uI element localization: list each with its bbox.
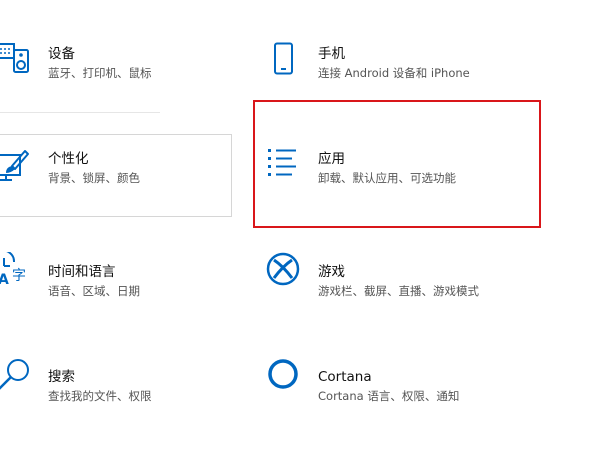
tile-description: 背景、锁屏、颜色 [48,171,140,185]
settings-tile-devices[interactable]: 设备 蓝牙、打印机、鼠标 [0,0,240,100]
tile-title: 游戏 [318,264,345,280]
tile-description: 游戏栏、截屏、直播、游戏模式 [318,284,479,298]
phone-icon [272,42,312,82]
settings-tile-cortana[interactable]: Cortana Cortana 语言、权限、通知 [260,323,540,423]
cortana-ring-icon [266,357,306,397]
settings-tile-time-language[interactable]: A 字 时间和语言 语音、区域、日期 [0,218,240,318]
settings-tile-personalization[interactable]: 个性化 背景、锁屏、颜色 [0,105,240,215]
svg-text:字: 字 [12,268,26,284]
tile-description: 蓝牙、打印机、鼠标 [48,66,152,80]
tile-description: 语音、区域、日期 [48,284,140,298]
tile-title: 手机 [318,46,345,62]
highlight-frame [253,100,541,228]
paintbrush-monitor-icon [0,149,40,189]
magnifier-icon [0,357,40,397]
tile-description: 查找我的文件、权限 [48,389,152,403]
tile-title: 设备 [48,46,75,62]
clock-language-icon: A 字 [0,252,40,292]
svg-text:A: A [0,272,9,288]
keyboard-speaker-icon [0,40,40,80]
settings-tile-gaming[interactable]: 游戏 游戏栏、截屏、直播、游戏模式 [260,218,540,318]
tile-title: 时间和语言 [48,264,116,280]
settings-tile-phone[interactable]: 手机 连接 Android 设备和 iPhone [260,0,540,100]
tile-title: 搜索 [48,369,75,385]
xbox-icon [266,252,306,292]
tile-description: Cortana 语言、权限、通知 [318,389,460,403]
settings-tile-search[interactable]: 搜索 查找我的文件、权限 [0,323,240,423]
tile-title: 个性化 [48,151,89,167]
tile-description: 连接 Android 设备和 iPhone [318,66,470,80]
tile-title: Cortana [318,369,372,385]
